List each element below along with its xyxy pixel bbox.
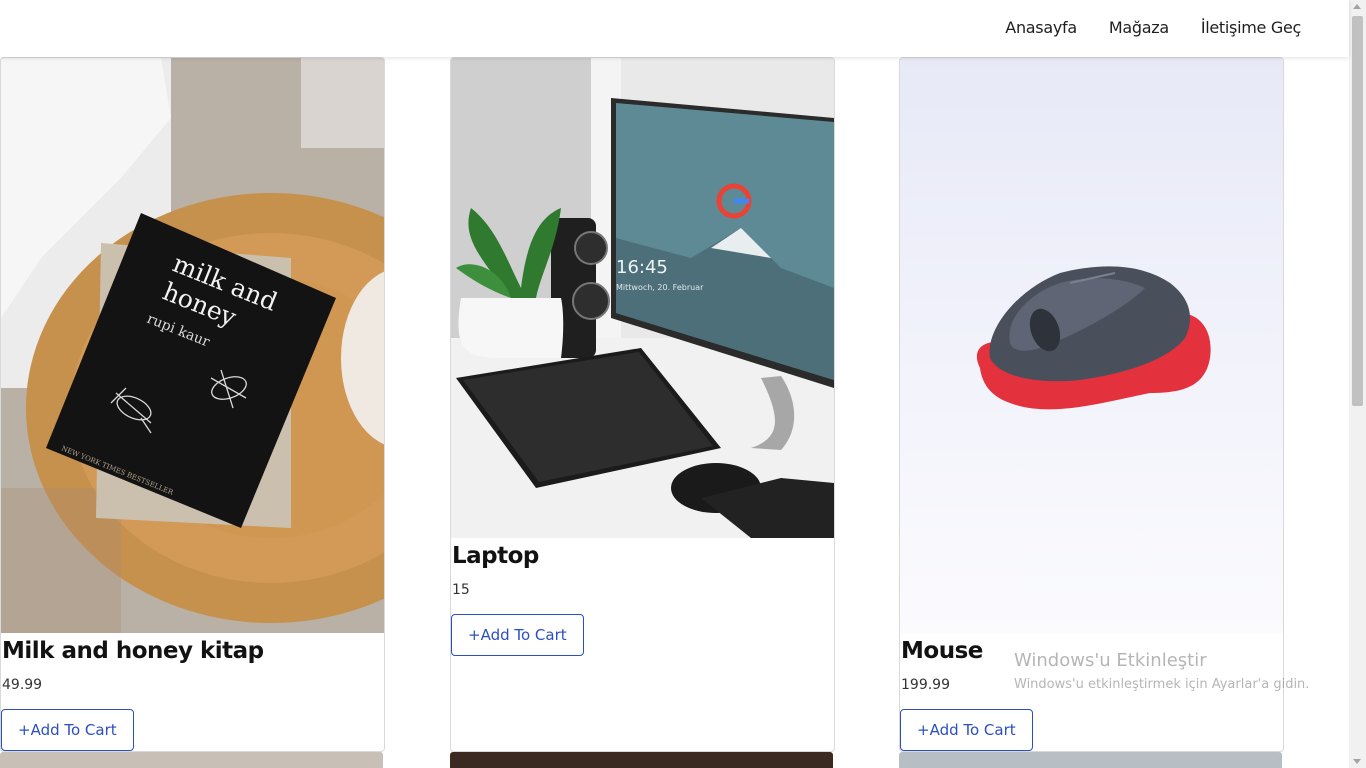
product-title: Milk and honey kitap [2,638,264,664]
nav-contact-link[interactable]: İletişime Geç [1201,18,1301,37]
watermark-title: Windows'u Etkinleştir [1014,650,1207,671]
watermark-subtitle: Windows'u etkinleştirmek için Ayarlar'a … [1014,677,1310,692]
nav-store-link[interactable]: Mağaza [1109,18,1169,37]
product-title: Laptop [452,543,539,569]
product-card: Mouse 199.99 +Add To Cart [899,57,1284,752]
scroll-down-icon[interactable] [1353,759,1361,764]
add-to-cart-button[interactable]: +Add To Cart [1,709,134,751]
product-image-desk: 16:45 Mittwoch, 20. Februar [451,58,834,538]
page-scrollbar[interactable] [1349,0,1366,768]
product-price: 199.99 [901,677,950,693]
add-to-cart-button[interactable]: +Add To Cart [451,614,584,656]
nav-home-link[interactable]: Anasayfa [1005,18,1077,37]
next-row-card-image [450,752,833,768]
next-row-card-image [0,752,383,768]
monitor-date: Mittwoch, 20. Februar [616,283,704,292]
scroll-up-icon[interactable] [1353,4,1361,9]
product-image-mouse [900,58,1283,633]
next-row-card-image [899,752,1282,768]
product-image-book: milk and honey rupi kaur NEW YORK TIMES … [1,58,384,633]
scrollbar-thumb[interactable] [1352,16,1363,406]
add-to-cart-button[interactable]: +Add To Cart [900,709,1033,751]
windows-activation-watermark: Windows'u Etkinleştir Windows'u etkinleş… [1014,650,1309,692]
product-price: 49.99 [2,677,43,693]
product-price: 15 [452,582,470,598]
nav-links: Anasayfa Mağaza İletişime Geç [1005,18,1301,37]
product-card: milk and honey rupi kaur NEW YORK TIMES … [0,57,385,752]
product-card: 16:45 Mittwoch, 20. Februar Laptop 15 +A… [450,57,835,752]
product-title: Mouse [901,638,983,664]
top-navbar: Anasayfa Mağaza İletişime Geç [0,0,1349,57]
monitor-time: 16:45 [616,257,668,278]
